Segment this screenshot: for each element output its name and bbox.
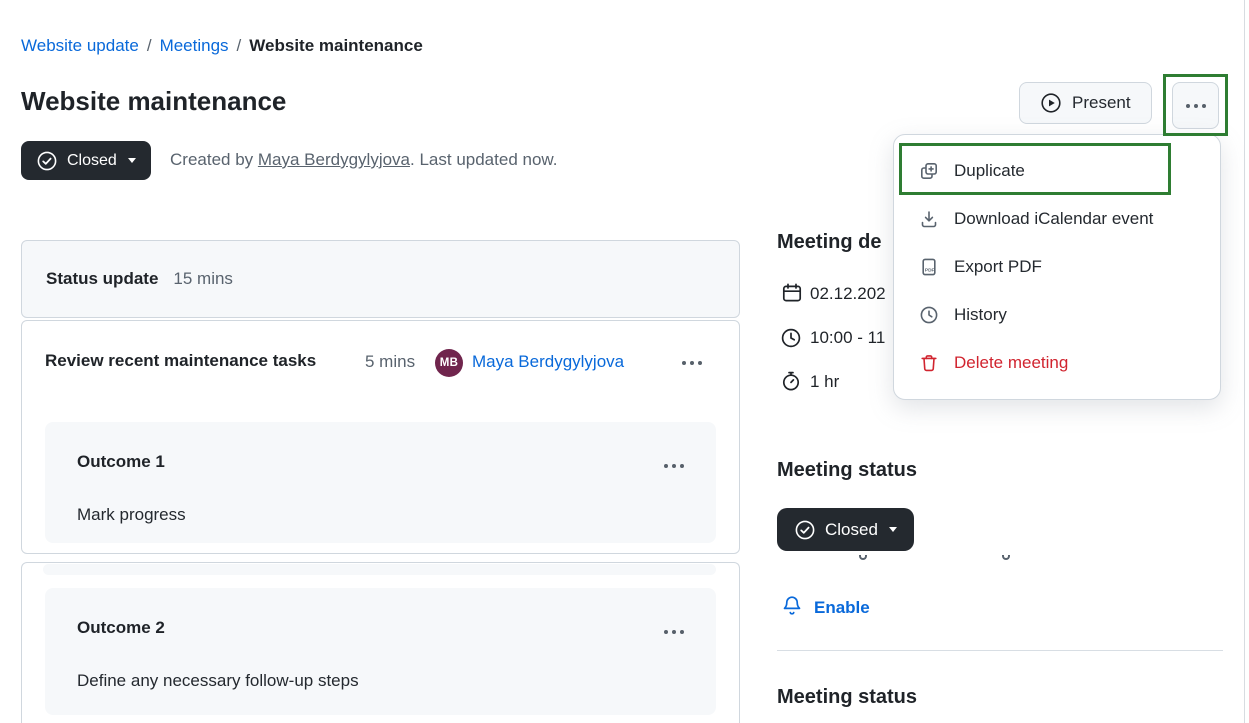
agenda-section-duration: 15 mins — [173, 269, 233, 289]
clipped-text-artifact — [859, 555, 867, 560]
bell-icon — [780, 594, 804, 623]
scrollbar-edge — [1244, 0, 1245, 723]
byline: Created by Maya Berdygylyjova. Last upda… — [170, 150, 557, 170]
enable-notifications-link[interactable]: Enable — [814, 598, 870, 618]
outcome-note: Define any necessary follow-up steps — [77, 671, 359, 691]
kebab-icon — [664, 630, 684, 634]
agenda-item-title[interactable]: Review recent maintenance tasks — [45, 348, 340, 374]
menu-item-label: Download iCalendar event — [954, 209, 1153, 229]
byline-prefix: Created by — [170, 150, 258, 169]
breadcrumb-workspace-link[interactable]: Website update — [21, 36, 139, 56]
meeting-page: Website update / Meetings / Website main… — [0, 0, 1249, 723]
trash-icon — [919, 353, 939, 373]
clock-icon — [780, 327, 802, 354]
meeting-duration: 1 hr — [810, 372, 839, 392]
assignee-avatar[interactable]: MB — [435, 349, 463, 377]
agenda-item-kebab-button[interactable] — [670, 349, 714, 377]
byline-suffix: . Last updated now. — [410, 150, 557, 169]
check-circle-icon — [794, 519, 816, 541]
meeting-status-heading: Meeting status — [777, 459, 917, 482]
breadcrumb-current-page: Website maintenance — [249, 36, 423, 56]
download-icon — [919, 209, 939, 229]
present-button-label: Present — [1072, 93, 1131, 113]
meeting-date: 02.12.202 — [810, 284, 886, 304]
status-button-label: Closed — [67, 152, 117, 170]
play-circle-icon — [1040, 92, 1062, 114]
stopwatch-icon — [780, 370, 802, 397]
breadcrumb-separator: / — [147, 36, 152, 56]
duplicate-icon — [919, 161, 939, 181]
menu-item-label: Export PDF — [954, 257, 1042, 277]
menu-item-delete-meeting[interactable]: Delete meeting — [894, 339, 1220, 387]
meeting-status-heading-2: Meeting status — [777, 686, 917, 709]
history-icon — [919, 305, 939, 325]
meeting-status-dropdown-panel[interactable]: Closed — [777, 508, 914, 551]
outcome-title: Outcome 2 — [77, 618, 165, 638]
breadcrumb-separator: / — [237, 36, 242, 56]
meeting-details-heading: Meeting de — [777, 231, 881, 254]
menu-item-history[interactable]: History — [894, 291, 1220, 339]
more-actions-button[interactable] — [1172, 82, 1219, 129]
page-title: Website maintenance — [21, 86, 286, 117]
menu-item-label: History — [954, 305, 1007, 325]
menu-item-export-pdf[interactable]: PDF Export PDF — [894, 243, 1220, 291]
breadcrumb: Website update / Meetings / Website main… — [21, 36, 423, 56]
agenda-section-title: Status update — [46, 269, 158, 289]
author-link[interactable]: Maya Berdygylyjova — [258, 150, 410, 169]
outcome-note: Mark progress — [77, 505, 186, 525]
outcome-kebab-button[interactable] — [652, 618, 696, 646]
menu-item-duplicate[interactable]: Duplicate — [894, 147, 1220, 195]
status-button-label: Closed — [825, 520, 878, 540]
outcome-title: Outcome 1 — [77, 452, 165, 472]
outcome-card-peek — [43, 564, 716, 575]
kebab-icon — [664, 464, 684, 468]
file-pdf-icon: PDF — [919, 257, 939, 277]
meeting-time: 10:00 - 11 — [810, 328, 885, 348]
clipped-text-artifact — [1002, 555, 1010, 560]
menu-item-label: Delete meeting — [954, 353, 1068, 373]
outcome-kebab-button[interactable] — [652, 452, 696, 480]
menu-item-download-icalendar[interactable]: Download iCalendar event — [894, 195, 1220, 243]
assignee-link[interactable]: Maya Berdygylyjova — [472, 352, 624, 372]
kebab-icon — [1186, 104, 1206, 108]
outcome-card-1[interactable]: Outcome 1 Mark progress — [45, 422, 716, 543]
menu-item-label: Duplicate — [954, 161, 1025, 181]
svg-text:PDF: PDF — [925, 267, 935, 273]
agenda-item-duration: 5 mins — [365, 352, 415, 372]
breadcrumb-meetings-link[interactable]: Meetings — [160, 36, 229, 56]
agenda-section-header[interactable]: Status update 15 mins — [21, 240, 740, 318]
chevron-down-icon — [889, 527, 897, 532]
actions-dropdown-menu: Duplicate Download iCalendar event PDF E… — [893, 134, 1221, 400]
chevron-down-icon — [128, 158, 136, 163]
present-button[interactable]: Present — [1019, 82, 1152, 124]
kebab-icon — [682, 361, 702, 365]
meeting-status-dropdown[interactable]: Closed — [21, 141, 151, 180]
outcome-card-2[interactable]: Outcome 2 Define any necessary follow-up… — [45, 588, 716, 715]
panel-divider — [777, 650, 1223, 651]
check-circle-icon — [36, 150, 58, 172]
calendar-icon — [781, 282, 803, 309]
